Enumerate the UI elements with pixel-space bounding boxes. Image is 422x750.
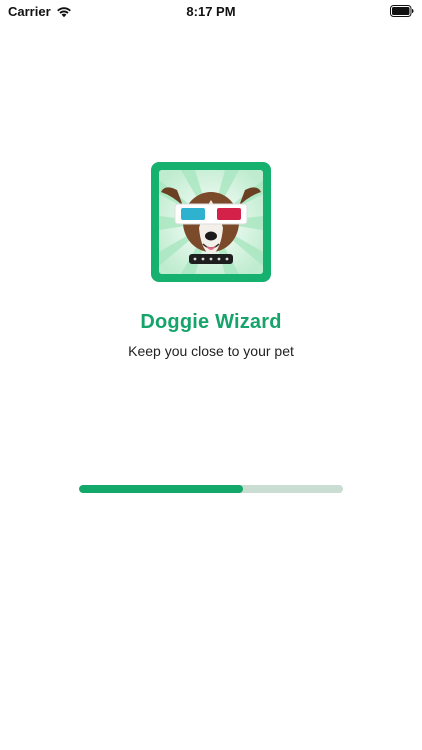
app-tagline: Keep you close to your pet [128, 343, 294, 359]
app-icon [151, 162, 271, 282]
battery-icon [390, 5, 414, 17]
loading-progress-fill [79, 485, 243, 493]
dog-with-3d-glasses-icon [159, 170, 263, 274]
status-bar: Carrier 8:17 PM [0, 0, 422, 22]
app-name: Doggie Wizard [140, 311, 282, 333]
app-icon-artwork [159, 170, 263, 274]
status-time: 8:17 PM [186, 4, 236, 19]
loading-progress-bar [79, 485, 343, 493]
